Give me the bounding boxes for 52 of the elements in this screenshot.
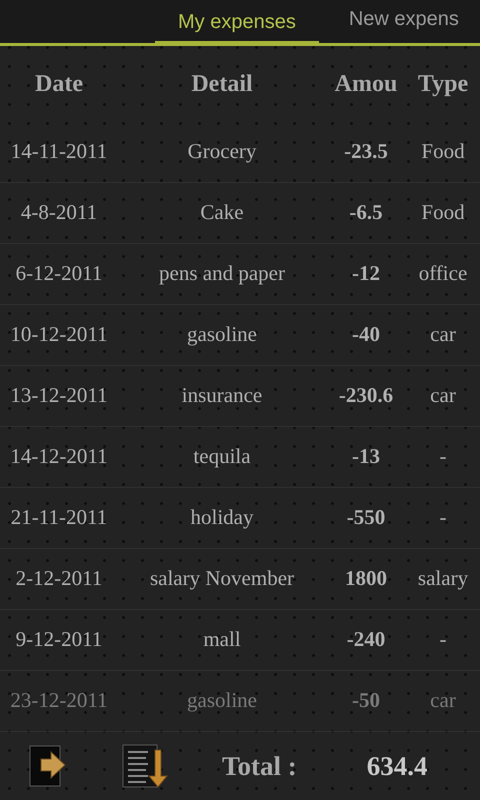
- table-cell-text: 4-8-2011: [20, 199, 98, 226]
- table-cell-text: -23.5: [344, 138, 388, 166]
- column-header: Date: [35, 70, 83, 99]
- export-button[interactable]: [29, 745, 67, 787]
- table-cell-text: Food: [421, 199, 465, 226]
- table-cell-text: office: [418, 260, 468, 288]
- table-cell-text: salary: [418, 565, 468, 592]
- table-cell-text: holiday: [190, 504, 254, 532]
- table-cell-text: Food: [421, 138, 465, 166]
- column-header: Detail: [191, 70, 253, 99]
- table-cell-text: mall: [203, 626, 241, 654]
- table-cell-text: 14-12-2011: [10, 443, 108, 470]
- total-label: Total :: [222, 750, 297, 783]
- table-cell-text: gasoline: [187, 321, 257, 348]
- tab[interactable]: My expenses: [155, 3, 319, 43]
- table-cell-text: Grocery: [188, 138, 256, 166]
- list-down-arrow-icon: [122, 744, 168, 788]
- table-cell-text: 13-12-2011: [10, 382, 108, 410]
- table-cell-text: 21-11-2011: [10, 504, 108, 532]
- table-cell-text: pens and paper: [159, 260, 285, 288]
- table-cell-text: -: [440, 504, 446, 532]
- table-cell-text: -13: [352, 443, 380, 470]
- table-cell-text: -550: [346, 504, 386, 532]
- table-cell-text: -240: [346, 626, 386, 654]
- table-cell-text: 9-12-2011: [16, 626, 102, 654]
- total-value: 634.4: [366, 750, 428, 783]
- file-arrow-icon: [29, 745, 67, 787]
- list-download-button[interactable]: [122, 744, 168, 788]
- table-cell-text: -6.5: [349, 199, 383, 226]
- table-cell-text: -230.6: [338, 382, 394, 410]
- table-cell-text: gasoline: [187, 687, 257, 714]
- table-cell-text: insurance: [182, 382, 262, 410]
- table-cell-text: salary November: [150, 565, 294, 592]
- table-cell-text: 23-12-2011: [10, 687, 108, 714]
- table-cell-text: 10-12-2011: [10, 321, 108, 348]
- table-cell-text: 6-12-2011: [16, 260, 102, 288]
- table-cell-text: -50: [352, 687, 380, 714]
- table-cell-text: -12: [352, 260, 380, 288]
- table-cell-text: car: [430, 382, 456, 410]
- table-cell-text: tequila: [193, 443, 251, 470]
- table-cell-text: Cake: [200, 199, 244, 226]
- table-cell-text: 1800: [345, 565, 387, 592]
- tab[interactable]: New expens: [348, 0, 459, 43]
- table-cell-text: -: [440, 626, 446, 654]
- column-header: Type: [418, 70, 468, 99]
- table-cell-text: car: [430, 687, 456, 714]
- column-header: Amou: [334, 70, 398, 99]
- table-cell-text: -40: [352, 321, 380, 348]
- table-cell-text: car: [430, 321, 456, 348]
- table-cell-text: 2-12-2011: [16, 565, 102, 592]
- table-cell-text: -: [440, 443, 446, 470]
- table-cell-text: 14-11-2011: [10, 138, 108, 166]
